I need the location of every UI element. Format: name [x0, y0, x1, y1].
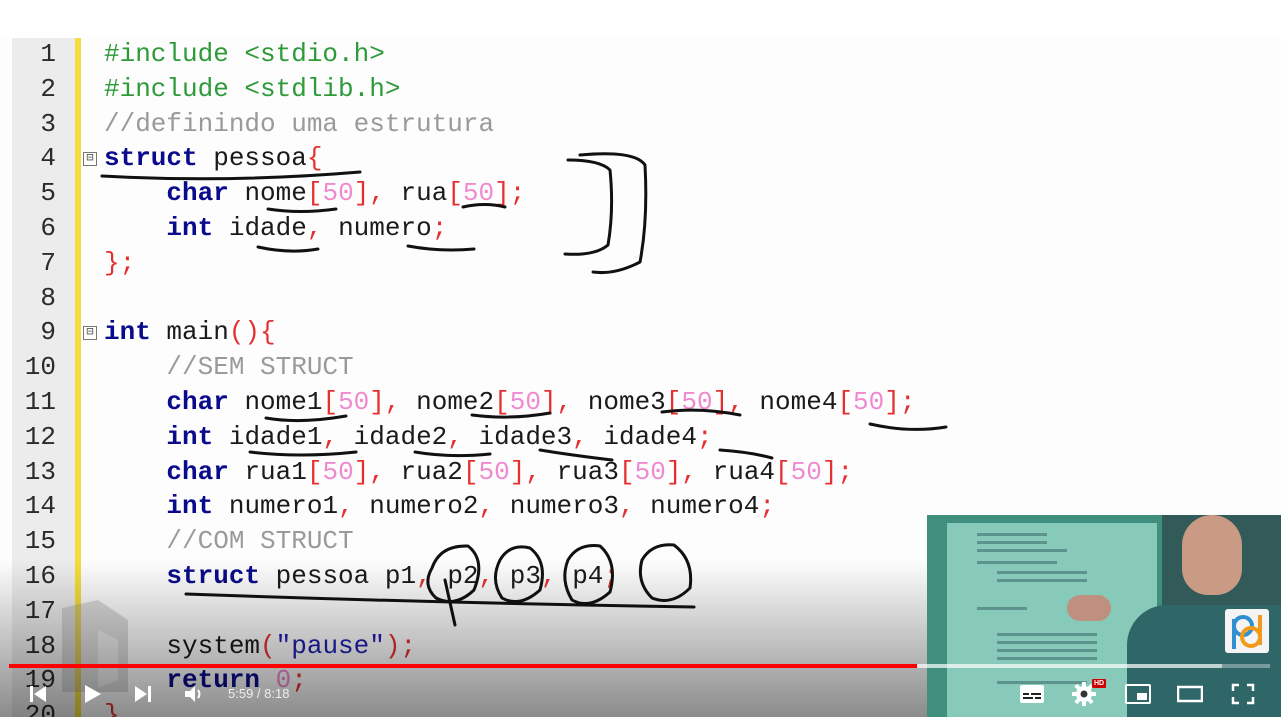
underline-idade1: [248, 450, 358, 457]
presenter-hand: [1067, 595, 1111, 621]
volume-button[interactable]: [174, 672, 214, 716]
theater-mode-button[interactable]: [1170, 672, 1210, 716]
underline-nome1: [264, 414, 348, 423]
circle-p1: [426, 544, 481, 604]
fullscreen-button[interactable]: [1223, 672, 1263, 716]
underline-nome2: [470, 411, 552, 419]
underline-idade4: [718, 448, 774, 460]
channel-logo-icon: [1225, 609, 1269, 653]
video-frame[interactable]: 1 2 3 4 5 6 7 8 9 10 11 12 13 14 15 16 17 18 19 20 #include…: [0, 0, 1281, 717]
underline-nome: [266, 207, 338, 213]
total-time: 8:18: [264, 686, 290, 701]
circle-p3: [563, 544, 614, 606]
struct-bracket-inner: [563, 158, 614, 256]
underline-nome3: [660, 408, 742, 417]
previous-icon: [30, 686, 46, 702]
volume-icon: [185, 686, 201, 702]
player-controls: 5:59 / 8:18 HD: [0, 672, 1281, 717]
time-separator: /: [253, 686, 265, 701]
previous-button[interactable]: [18, 672, 58, 716]
underline-nome4: [868, 422, 948, 431]
theater-mode-icon: [1177, 685, 1203, 703]
current-time: 5:59: [228, 686, 254, 701]
play-icon: [85, 685, 101, 703]
underline-numero: [406, 244, 476, 252]
next-button[interactable]: [123, 672, 163, 716]
miniplayer-button[interactable]: [1118, 672, 1158, 716]
struct-bracket-outer: [578, 152, 648, 274]
circle-p4: [638, 543, 693, 602]
underline-struct-declaration: [184, 592, 696, 609]
underline-idade3: [538, 448, 614, 462]
underline-struct-pessoa: [100, 170, 362, 181]
next-icon: [135, 686, 151, 702]
subtitles-button[interactable]: [1012, 672, 1052, 716]
underline-rua: [461, 203, 507, 209]
play-button[interactable]: [72, 672, 112, 716]
presenter-head: [1182, 515, 1242, 595]
underline-idade2: [413, 450, 492, 458]
circle-p2: [494, 545, 544, 604]
time-display: 5:59 / 8:18: [228, 686, 289, 701]
underline-idade: [256, 245, 320, 253]
hd-badge: HD: [1092, 679, 1106, 688]
subtitles-icon: [1020, 685, 1044, 703]
miniplayer-icon: [1125, 684, 1151, 704]
progress-played: [9, 664, 917, 668]
fullscreen-icon: [1231, 683, 1255, 705]
